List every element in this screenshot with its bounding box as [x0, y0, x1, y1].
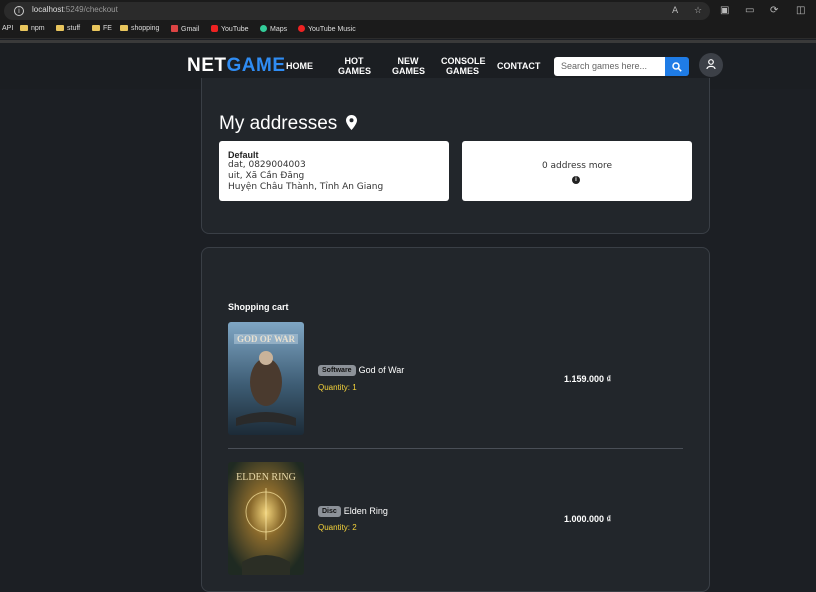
nav-hot-games[interactable]: HOT GAMES	[338, 56, 371, 76]
maps-icon	[260, 25, 267, 32]
user-account-button[interactable]	[699, 53, 723, 77]
cart-heading: Shopping cart	[228, 302, 289, 312]
cart-panel: Shopping cart GOD OF WAR Software God of …	[201, 247, 710, 592]
address-line: uit, Xã Cần Đăng	[228, 171, 305, 181]
product-cover-image[interactable]: GOD OF WAR	[228, 322, 304, 435]
bookmarks-bar: API npm stuff FE shopping Gmail YouTube …	[0, 22, 816, 39]
cover-title: ELDEN RING	[236, 472, 296, 483]
product-quantity: Quantity: 1	[318, 383, 357, 392]
more-addresses-card[interactable]: 0 address more i	[462, 141, 692, 201]
product-cover-image[interactable]: ELDEN RING	[228, 462, 304, 575]
nav-home[interactable]: HOME	[286, 61, 313, 71]
folder-icon	[92, 25, 100, 31]
bookmark-fe[interactable]: FE	[92, 25, 112, 32]
cart-item: GOD OF WAR Software God of War Quantity: …	[228, 322, 683, 435]
translate-icon[interactable]: ▣	[720, 5, 729, 16]
cart-item: ELDEN RING Disc Elden Ring Quantity: 2 1.…	[228, 462, 683, 575]
info-icon[interactable]: i	[572, 176, 580, 184]
address-line: Huyện Châu Thành, Tỉnh An Giang	[228, 182, 384, 192]
search-icon	[672, 62, 682, 72]
product-quantity: Quantity: 2	[318, 523, 357, 532]
folder-icon	[120, 25, 128, 31]
nav-contact[interactable]: CONTACT	[497, 61, 540, 71]
address-bar[interactable]: i localhost:5249/checkout A ☆	[4, 2, 710, 20]
browser-toolbar: i localhost:5249/checkout A ☆ ▣ ▭ ⟳ ◫	[0, 0, 816, 22]
product-name[interactable]: Disc Elden Ring	[318, 506, 388, 517]
location-pin-icon[interactable]	[346, 115, 357, 130]
folder-icon	[56, 25, 64, 31]
favorite-star-icon[interactable]: ☆	[694, 6, 702, 16]
bookmark-shopping[interactable]: shopping	[120, 25, 159, 32]
bookmark-gmail[interactable]: Gmail	[171, 25, 199, 33]
gmail-icon	[171, 25, 178, 32]
address-line: dat, 0829004003	[228, 160, 306, 170]
nav-console-games[interactable]: CONSOLE GAMES	[441, 56, 486, 76]
bookmark-stuff[interactable]: stuff	[56, 25, 80, 32]
youtube-music-icon	[298, 25, 305, 32]
default-label: Default	[228, 150, 259, 160]
read-aloud-icon[interactable]: A	[672, 6, 678, 16]
addresses-heading: My addresses	[219, 113, 338, 134]
bookmark-npm[interactable]: npm	[20, 25, 45, 32]
split-screen-icon[interactable]: ◫	[796, 5, 805, 16]
bookmark-youtube-music[interactable]: YouTube Music	[298, 25, 356, 33]
default-address-card[interactable]: Default dat, 0829004003 uit, Xã Cần Đăng…	[219, 141, 449, 201]
item-divider	[228, 448, 683, 449]
more-addresses-text: 0 address more	[541, 161, 613, 171]
user-icon	[706, 59, 716, 70]
cover-title: GOD OF WAR	[237, 334, 296, 344]
youtube-icon	[211, 25, 218, 32]
bookmark-maps[interactable]: Maps	[260, 25, 287, 33]
site-logo[interactable]: NETGAME	[187, 55, 286, 77]
product-price: 1.000.000 ₫	[564, 514, 612, 524]
product-name[interactable]: Software God of War	[318, 365, 404, 376]
search-button[interactable]	[665, 57, 689, 76]
extensions-icon[interactable]: ⟳	[770, 5, 778, 16]
product-price: 1.159.000 ₫	[564, 374, 612, 384]
address-panel: My addresses Default dat, 0829004003 uit…	[201, 78, 710, 234]
format-badge: Disc	[318, 506, 341, 517]
bookmark-youtube[interactable]: YouTube	[211, 25, 249, 33]
site-info-icon[interactable]: i	[14, 6, 24, 16]
format-badge: Software	[318, 365, 356, 376]
bookmark-api[interactable]: API	[2, 25, 13, 32]
url-text[interactable]: localhost:5249/checkout	[32, 5, 118, 14]
folder-icon	[20, 25, 28, 31]
picture-in-picture-icon[interactable]: ▭	[745, 5, 754, 16]
nav-new-games[interactable]: NEW GAMES	[392, 56, 425, 76]
search-input[interactable]: Search games here...	[554, 57, 665, 76]
